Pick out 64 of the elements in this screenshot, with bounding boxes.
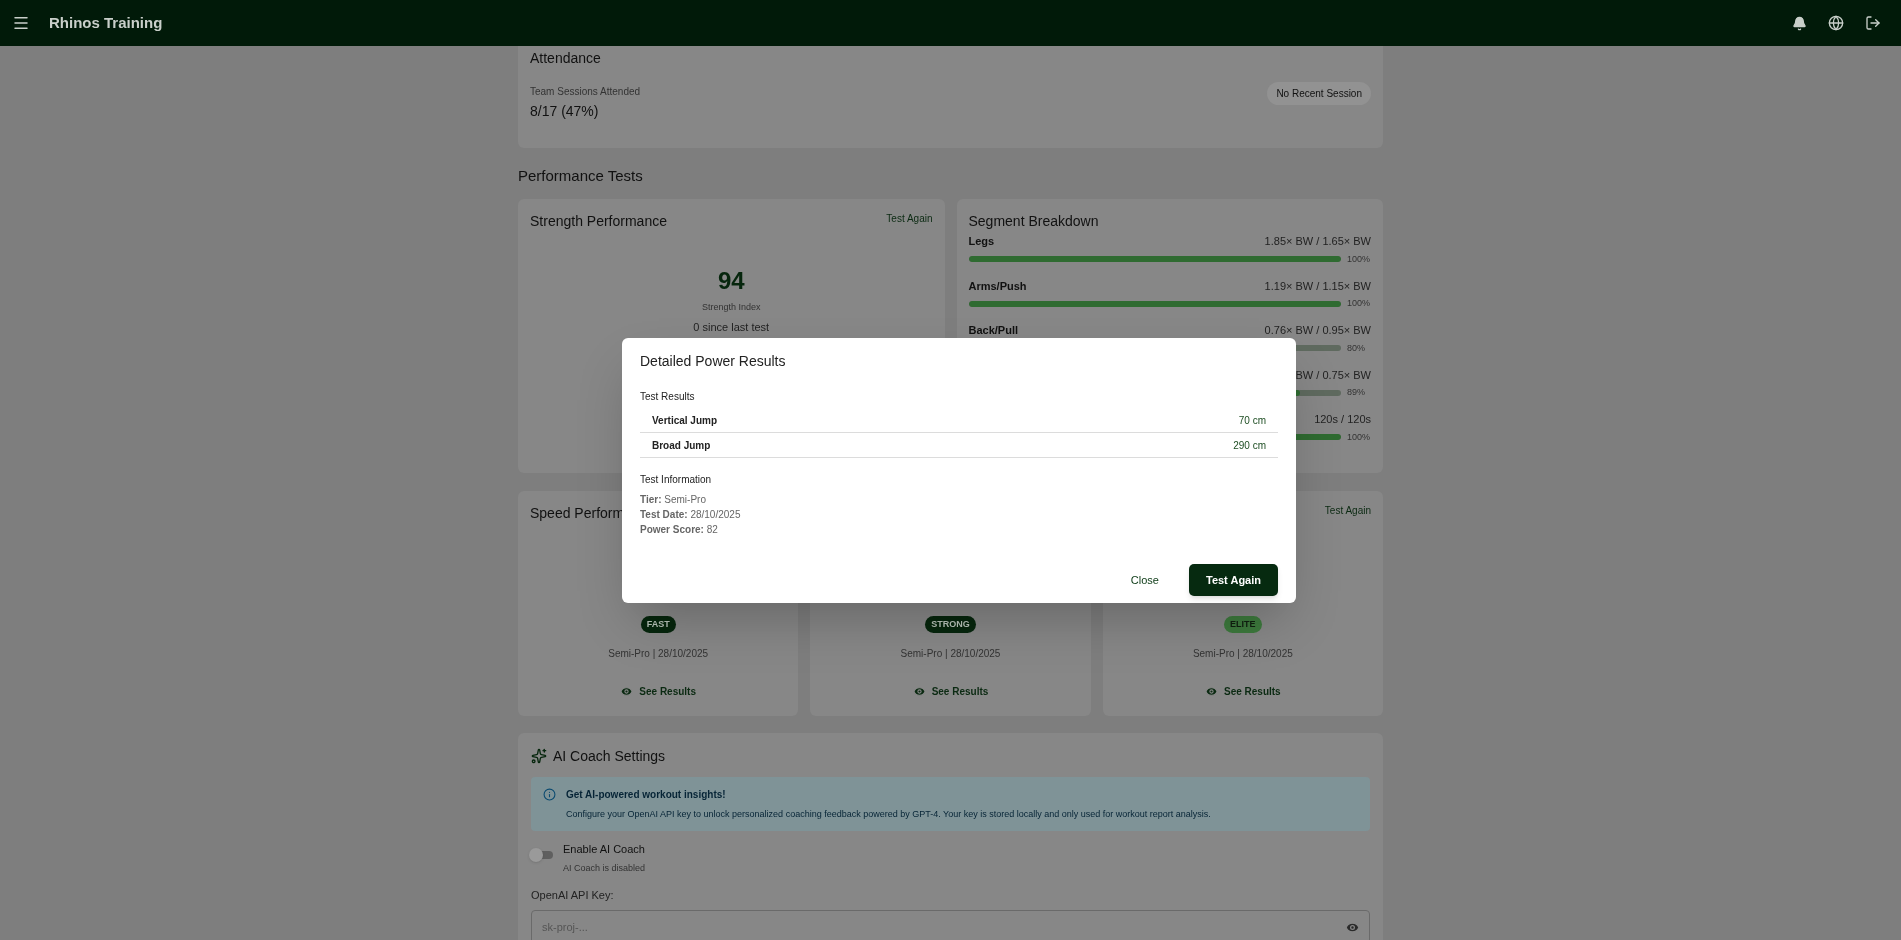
segment-label: Arms/Push xyxy=(968,278,1027,294)
close-button[interactable]: Close xyxy=(1114,564,1175,596)
test-meta: Semi-Pro | 28/10/2025 xyxy=(900,647,1001,661)
dialog-title: Detailed Power Results xyxy=(640,352,787,371)
test-again-button[interactable]: Test Again xyxy=(1189,564,1278,596)
segment-value: 120s / 120s xyxy=(1314,412,1371,428)
test-again-link[interactable]: Test Again xyxy=(1324,502,1371,518)
segment-value: BW / 0.75× BW xyxy=(1295,367,1371,383)
info-icon xyxy=(543,787,556,801)
see-results-button[interactable]: See Results xyxy=(1204,684,1281,699)
alert-title: Get AI-powered workout insights! xyxy=(566,787,727,802)
progress-reading: 89% xyxy=(1347,386,1366,399)
section-title: Test Information xyxy=(640,473,713,487)
menu-icon[interactable] xyxy=(12,14,30,32)
status-chip: No Recent Session xyxy=(1267,82,1371,105)
progress-reading: 100% xyxy=(1347,297,1371,310)
info-line: Test Date: 28/10/2025 xyxy=(640,508,742,522)
alert-text: Configure your OpenAI API key to unlock personalized coaching feedback powered by GPT-4. Your key is stored locally and only used for workout report analysis. xyxy=(566,807,1211,821)
toggle-hint: AI Coach is disabled xyxy=(563,861,646,875)
globe-icon[interactable] xyxy=(1828,15,1844,31)
progress-reading: 100% xyxy=(1347,430,1371,444)
stat-label: Team Sessions Attended xyxy=(530,85,641,99)
tier-badge: ELITE xyxy=(1224,615,1262,633)
result-value: 70 cm xyxy=(1238,413,1266,428)
card-title: Segment Breakdown xyxy=(968,211,1100,231)
segment-label: Back/Pull xyxy=(968,323,1019,339)
see-results-button[interactable]: See Results xyxy=(912,684,989,699)
result-name: Vertical Jump xyxy=(652,413,718,428)
app-title: Rhinos Training xyxy=(49,12,163,33)
segment-value: 1.85× BW / 1.65× BW xyxy=(1264,234,1371,250)
info-line: Tier: Semi-Pro xyxy=(640,493,707,507)
strength-score: 94 xyxy=(717,265,745,296)
field-label: OpenAI API Key: xyxy=(531,888,615,903)
result-value: 290 cm xyxy=(1233,438,1266,453)
info-line: Power Score: 82 xyxy=(640,523,719,537)
notifications-icon[interactable] xyxy=(1792,15,1807,31)
test-meta: Semi-Pro | 28/10/2025 xyxy=(608,647,709,661)
card-title: Attendance xyxy=(530,49,602,68)
section-title: Test Results xyxy=(640,390,696,404)
eye-icon xyxy=(620,685,634,698)
segment-label: Legs xyxy=(968,234,995,250)
tier-badge: FAST xyxy=(640,615,676,633)
score-change: 0 since last test xyxy=(693,320,770,335)
see-results-button[interactable]: See Results xyxy=(620,684,696,699)
progress-reading: 100% xyxy=(1347,252,1371,266)
toggle-label: Enable AI Coach xyxy=(563,842,646,857)
result-name: Broad Jump xyxy=(652,438,711,453)
stat-value: 8/17 (47%) xyxy=(530,102,600,121)
segment-value: 0.76× BW / 0.95× BW xyxy=(1264,323,1371,339)
card-title: AI Coach Settings xyxy=(553,746,666,766)
score-label: Strength Index xyxy=(701,300,761,314)
sparkle-icon xyxy=(531,748,547,764)
progress-reading: 80% xyxy=(1347,341,1366,355)
toggle-switch[interactable] xyxy=(531,851,553,859)
test-meta: Semi-Pro | 28/10/2025 xyxy=(1192,647,1293,661)
test-again-link[interactable]: Test Again xyxy=(886,210,933,226)
card-title: Speed Perform xyxy=(530,503,625,523)
eye-icon xyxy=(912,685,926,698)
section-heading: Performance Tests xyxy=(518,166,644,186)
eye-icon xyxy=(1204,685,1218,698)
card-title: Strength Performance xyxy=(530,211,667,231)
tier-badge: STRONG xyxy=(925,615,976,633)
segment-value: 1.19× BW / 1.15× BW xyxy=(1264,278,1371,294)
logout-icon[interactable] xyxy=(1865,15,1881,31)
